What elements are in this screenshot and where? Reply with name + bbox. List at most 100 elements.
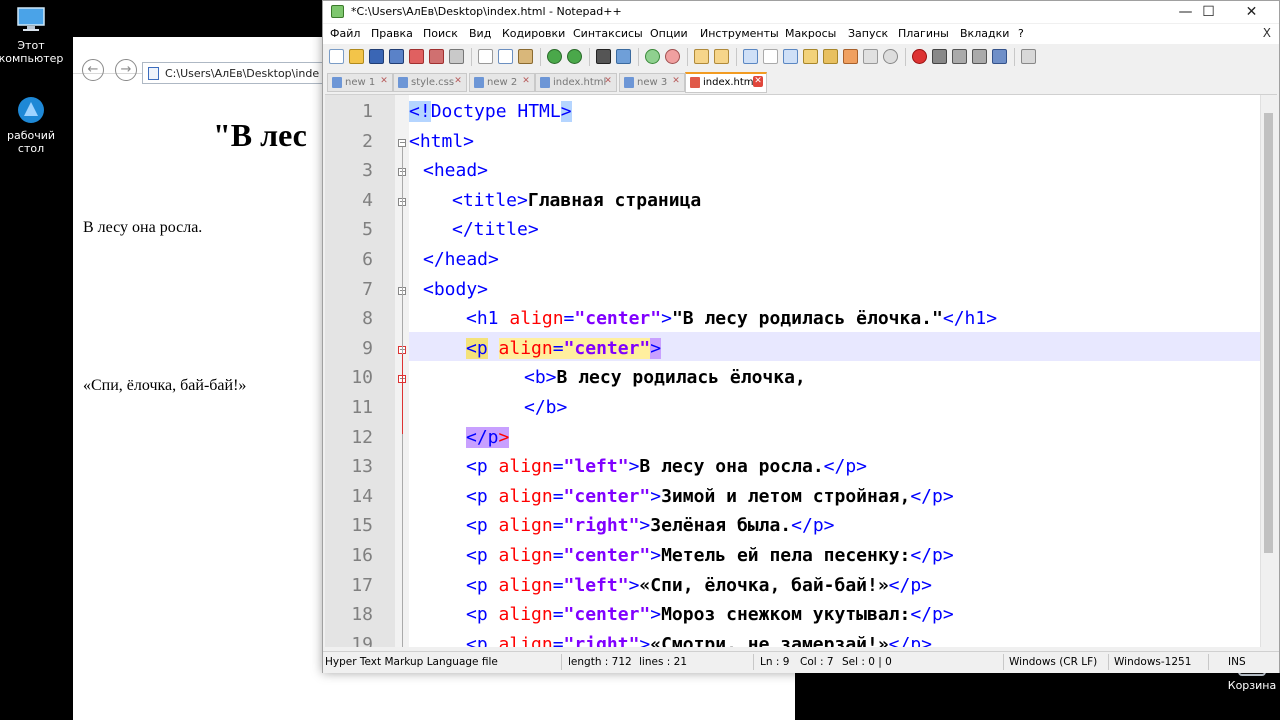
desktop-icon-desktop-folder[interactable]: рабочий стол <box>0 94 66 155</box>
menu-file[interactable]: Файл <box>330 27 360 40</box>
status-separator <box>1108 654 1109 670</box>
code-token: <head> <box>423 160 489 182</box>
menu-search[interactable]: Поиск <box>423 27 458 40</box>
zoom-out-icon[interactable] <box>665 49 680 64</box>
desktop-icon-this-pc[interactable]: Этот компьютер <box>0 4 66 65</box>
menu-help[interactable]: ? <box>1018 27 1024 40</box>
code-token: </p <box>466 426 499 448</box>
code-token: align <box>509 308 564 330</box>
copy-icon[interactable] <box>498 49 513 64</box>
title-bar[interactable]: *C:\Users\АлЕв\Desktop\index.html - Note… <box>323 1 1279 23</box>
indent-guide-icon[interactable] <box>783 49 798 64</box>
record-macro-icon[interactable] <box>912 49 927 64</box>
replace-icon[interactable] <box>616 49 631 64</box>
paste-icon[interactable] <box>518 49 533 64</box>
menu-tools[interactable]: Инструменты <box>700 27 779 40</box>
open-file-icon[interactable] <box>349 49 364 64</box>
play-macro-icon[interactable] <box>952 49 967 64</box>
code-token: align <box>498 604 553 626</box>
menu-view[interactable]: Вид <box>469 27 491 40</box>
tab-close-icon[interactable]: ✕ <box>379 76 389 87</box>
doc-blue-icon <box>398 77 408 88</box>
code-token: "left" <box>563 456 629 478</box>
folder-workspace-icon[interactable] <box>843 49 858 64</box>
tab-index-html-active[interactable]: index.html ✕ <box>685 72 767 93</box>
fold-toggle-icon[interactable]: − <box>398 139 406 147</box>
word-wrap-icon[interactable] <box>743 49 758 64</box>
toolbar-separator <box>589 48 590 66</box>
tab-label: style.css <box>411 77 455 88</box>
code-line: </p> <box>466 423 510 453</box>
maximize-button[interactable]: ☐ <box>1186 1 1231 23</box>
code-token: = <box>563 308 575 330</box>
menu-edit[interactable]: Правка <box>371 27 413 40</box>
menu-macros[interactable]: Макросы <box>785 27 836 40</box>
line-number-gutter: 1 2 3 4 5 6 7 8 9 10 11 12 13 14 15 16 1… <box>325 95 395 647</box>
close-document-button[interactable]: X <box>1263 26 1271 40</box>
line-number: 10 <box>351 367 373 389</box>
tab-close-icon[interactable]: ✕ <box>453 76 463 87</box>
status-bar: Hyper Text Markup Language file length :… <box>323 651 1279 673</box>
code-line: <p align="center">Зимой и летом стройная… <box>466 482 954 512</box>
print-icon[interactable] <box>449 49 464 64</box>
menu-syntax[interactable]: Синтаксисы <box>573 27 643 40</box>
tab-close-icon[interactable]: ✕ <box>671 76 681 87</box>
menu-encoding[interactable]: Кодировки <box>502 27 565 40</box>
undo-icon[interactable] <box>547 49 562 64</box>
scrollbar-thumb[interactable] <box>1264 113 1273 553</box>
line-number: 1 <box>362 101 373 122</box>
tab-style-css[interactable]: style.css ✕ <box>393 73 467 92</box>
cut-icon[interactable] <box>478 49 493 64</box>
toolbar-separator <box>687 48 688 66</box>
tab-close-icon[interactable]: ✕ <box>753 76 763 87</box>
line-number: 15 <box>351 515 373 537</box>
sync-horizontal-icon[interactable] <box>714 49 729 64</box>
code-token: Doctype HTML <box>430 101 561 122</box>
forward-button[interactable]: → <box>115 59 137 81</box>
close-button[interactable]: ✕ <box>1229 1 1274 23</box>
status-column: Col : 7 <box>800 656 834 668</box>
status-separator <box>561 654 562 670</box>
tab-close-icon[interactable]: ✕ <box>521 76 531 87</box>
close-all-icon[interactable] <box>429 49 444 64</box>
vertical-scrollbar[interactable] <box>1260 95 1277 647</box>
menu-options[interactable]: Опции <box>650 27 688 40</box>
code-token: <p <box>466 456 499 478</box>
function-list-icon[interactable] <box>823 49 838 64</box>
tab-index-html[interactable]: index.html ✕ <box>535 73 617 92</box>
save-macro-icon[interactable] <box>992 49 1007 64</box>
run-icon[interactable] <box>1021 49 1036 64</box>
new-file-icon[interactable] <box>329 49 344 64</box>
redo-icon[interactable] <box>567 49 582 64</box>
show-all-chars-icon[interactable] <box>763 49 778 64</box>
line-number: 8 <box>362 308 373 330</box>
save-icon[interactable] <box>369 49 384 64</box>
tab-new-2[interactable]: new 2 ✕ <box>469 73 535 92</box>
line-number: 6 <box>362 249 373 270</box>
code-area[interactable]: <!Doctype HTML> <html> <head> <title>Гла… <box>409 95 1261 647</box>
tab-new-1[interactable]: new 1 ✕ <box>327 73 393 92</box>
tab-new-3[interactable]: new 3 ✕ <box>619 73 685 92</box>
monitoring-icon[interactable] <box>863 49 878 64</box>
tab-close-icon[interactable]: ✕ <box>603 76 613 87</box>
code-token: </p> <box>910 604 954 626</box>
zoom-in-icon[interactable] <box>645 49 660 64</box>
eye-icon[interactable] <box>883 49 898 64</box>
code-line: <head> <box>423 156 488 186</box>
menu-plugins[interactable]: Плагины <box>898 27 949 40</box>
address-bar[interactable]: C:\Users\АлЕв\Desktop\inde <box>142 62 327 84</box>
close-file-icon[interactable] <box>409 49 424 64</box>
find-icon[interactable] <box>596 49 611 64</box>
code-editor[interactable]: 1 2 3 4 5 6 7 8 9 10 11 12 13 14 15 16 1… <box>325 94 1277 647</box>
back-button[interactable]: ← <box>82 59 104 81</box>
menu-run[interactable]: Запуск <box>848 27 888 40</box>
doc-map-icon[interactable] <box>803 49 818 64</box>
line-number: 16 <box>351 545 373 566</box>
play-multiple-icon[interactable] <box>972 49 987 64</box>
menu-tabs[interactable]: Вкладки <box>960 27 1009 40</box>
code-token: "center" <box>563 545 651 566</box>
save-all-icon[interactable] <box>389 49 404 64</box>
stop-macro-icon[interactable] <box>932 49 947 64</box>
sync-vertical-icon[interactable] <box>694 49 709 64</box>
